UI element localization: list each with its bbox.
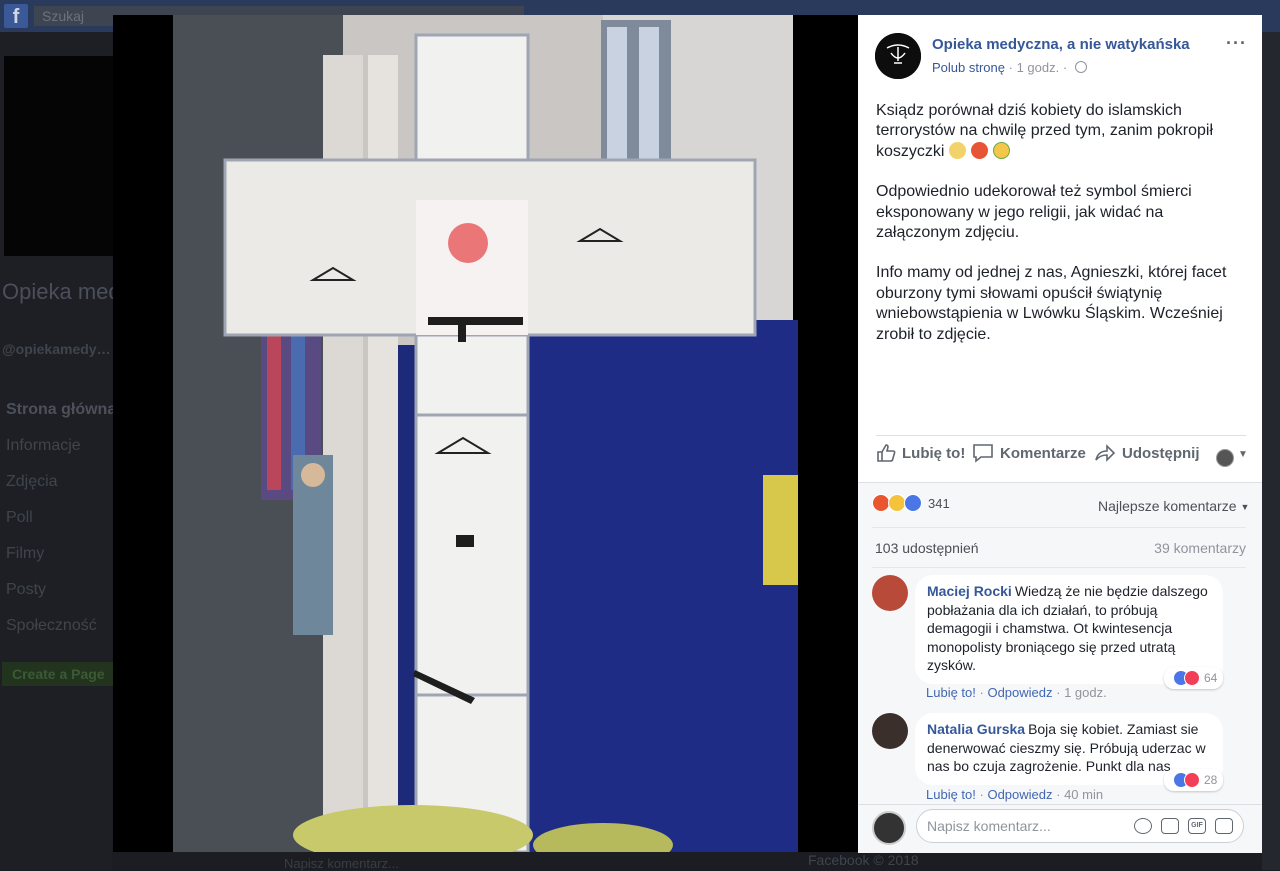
background-page-avatar <box>4 56 114 256</box>
background-comment-input: Napisz komentarz... <box>284 856 399 871</box>
sticker-icon[interactable] <box>1215 818 1233 834</box>
commenter-avatar[interactable] <box>872 575 908 611</box>
background-footer: Facebook © 2018 <box>808 852 919 868</box>
post-text: Ksiądz porównał dziś kobiety do islamski… <box>876 101 1246 365</box>
post-page-name[interactable]: Opieka medyczna, a nie watykańska <box>932 36 1190 53</box>
comment-button-label: Komentarze <box>1000 444 1086 462</box>
comment-reply-link[interactable]: Odpowiedz <box>987 787 1052 802</box>
comment-time[interactable]: 40 min <box>1064 787 1103 802</box>
post-photo[interactable] <box>113 15 858 852</box>
comment-icon <box>973 444 993 463</box>
background-right-column <box>1262 32 1280 870</box>
nauseated-face-emoji-icon <box>992 141 1010 159</box>
background-create-page-button: Create a Page <box>2 662 122 686</box>
comments-count[interactable]: 39 komentarzy <box>1154 540 1246 556</box>
background-nav-item: Posty <box>6 581 47 598</box>
post-paragraph: Ksiądz porównał dziś kobiety do islamski… <box>876 101 1246 162</box>
comment-time[interactable]: 1 godz. <box>1064 685 1107 700</box>
fearful-face-emoji-icon <box>948 141 966 159</box>
divider <box>876 435 1246 436</box>
emoji-icon[interactable] <box>1134 818 1152 834</box>
meta-separator: · <box>1062 60 1071 75</box>
reactions-summary[interactable]: 341 <box>872 493 950 513</box>
love-reaction-icon <box>1184 670 1200 686</box>
background-nav-item: Informacje <box>6 437 81 454</box>
divider <box>872 527 1246 528</box>
comment-reply-link[interactable]: Odpowiedz <box>987 685 1052 700</box>
meta-separator: · <box>1056 685 1065 700</box>
caret-down-icon: ▼ <box>1240 502 1250 512</box>
post-as-avatar[interactable] <box>1216 449 1234 467</box>
comment-input[interactable]: Napisz komentarz... GIF <box>916 809 1244 843</box>
church-cross-photo <box>113 15 858 852</box>
comment-like-link[interactable]: Lubię to! <box>926 787 976 802</box>
shares-count[interactable]: 103 udostępnień <box>875 540 979 556</box>
comment-input-placeholder: Napisz komentarz... <box>927 818 1051 834</box>
post-actions: Lubię to! Komentarze Udostępnij ▼ <box>876 443 1248 473</box>
comment-reactions-count: 64 <box>1204 671 1218 685</box>
thumbs-up-icon <box>877 444 896 462</box>
divider <box>872 567 1246 568</box>
comment-reactions-count: 28 <box>1204 773 1218 787</box>
like-button[interactable]: Lubię to! <box>876 443 965 463</box>
commenter-avatar[interactable] <box>872 713 908 749</box>
user-avatar[interactable] <box>872 811 906 845</box>
composer-icons: GIF <box>1125 818 1233 834</box>
post-meta: Polub stronę · 1 godz. · <box>932 60 1087 75</box>
background-nav-item: Strona główna <box>6 401 117 418</box>
meta-separator: · <box>1056 787 1065 802</box>
comment-reactions[interactable]: 28 <box>1164 769 1224 791</box>
post-paragraph: Odpowiednio udekorował też symbol śmierc… <box>876 183 1192 242</box>
angry-face-emoji-icon <box>970 141 988 159</box>
camera-icon[interactable] <box>1161 818 1179 834</box>
like-reaction-icon <box>904 494 922 512</box>
post-paragraph-text: Ksiądz porównał dziś kobiety do islamski… <box>876 102 1214 160</box>
post-paragraph: Info mamy od jednej z nas, Agnieszki, kt… <box>876 264 1227 343</box>
share-button-label: Udostępnij <box>1122 444 1200 462</box>
more-options-icon[interactable]: ··· <box>1226 33 1247 54</box>
background-nav-item: Poll <box>6 509 33 526</box>
background-nav: Strona główna Informacje Zdjęcia Poll Fi… <box>6 398 116 650</box>
facebook-logo-icon: f <box>4 4 28 28</box>
page-avatar[interactable] <box>875 33 921 79</box>
background-nav-item: Zdjęcia <box>6 473 58 490</box>
comments-sort-dropdown[interactable]: Najlepsze komentarze ▼ <box>1098 498 1249 514</box>
post-time[interactable]: 1 godz. <box>1017 60 1060 75</box>
globe-icon <box>1074 61 1087 73</box>
comment-author[interactable]: Natalia Gurska <box>927 721 1025 737</box>
post-panel: Opieka medyczna, a nie watykańska ··· Po… <box>858 15 1262 853</box>
like-page-link[interactable]: Polub stronę <box>932 60 1005 75</box>
gif-icon[interactable]: GIF <box>1188 818 1206 834</box>
like-button-label: Lubię to! <box>902 444 966 462</box>
comments-section: 341 Najlepsze komentarze ▼ 103 udostępnie… <box>858 482 1262 853</box>
comment-actions: Lubię to! · Odpowiedz · 1 godz. <box>926 685 1107 700</box>
sort-label: Najlepsze komentarze <box>1098 498 1237 514</box>
background-nav-item: Filmy <box>6 545 45 562</box>
comment-like-link[interactable]: Lubię to! <box>926 685 976 700</box>
background-nav-item: Społeczność <box>6 617 97 634</box>
uterus-icon <box>875 33 921 79</box>
comment-button[interactable]: Komentarze <box>972 443 1086 463</box>
reactions-count: 341 <box>928 495 950 511</box>
comment-author[interactable]: Maciej Rocki <box>927 583 1012 599</box>
comment-composer: Napisz komentarz... GIF <box>858 804 1262 853</box>
comment-reactions[interactable]: 64 <box>1164 667 1224 689</box>
share-arrow-icon <box>1095 444 1116 462</box>
love-reaction-icon <box>1184 772 1200 788</box>
share-button[interactable]: Udostępnij <box>1094 443 1200 463</box>
meta-separator: · <box>1008 60 1017 75</box>
chevron-down-icon[interactable]: ▼ <box>1238 449 1248 460</box>
comment-actions: Lubię to! · Odpowiedz · 40 min <box>926 787 1103 802</box>
